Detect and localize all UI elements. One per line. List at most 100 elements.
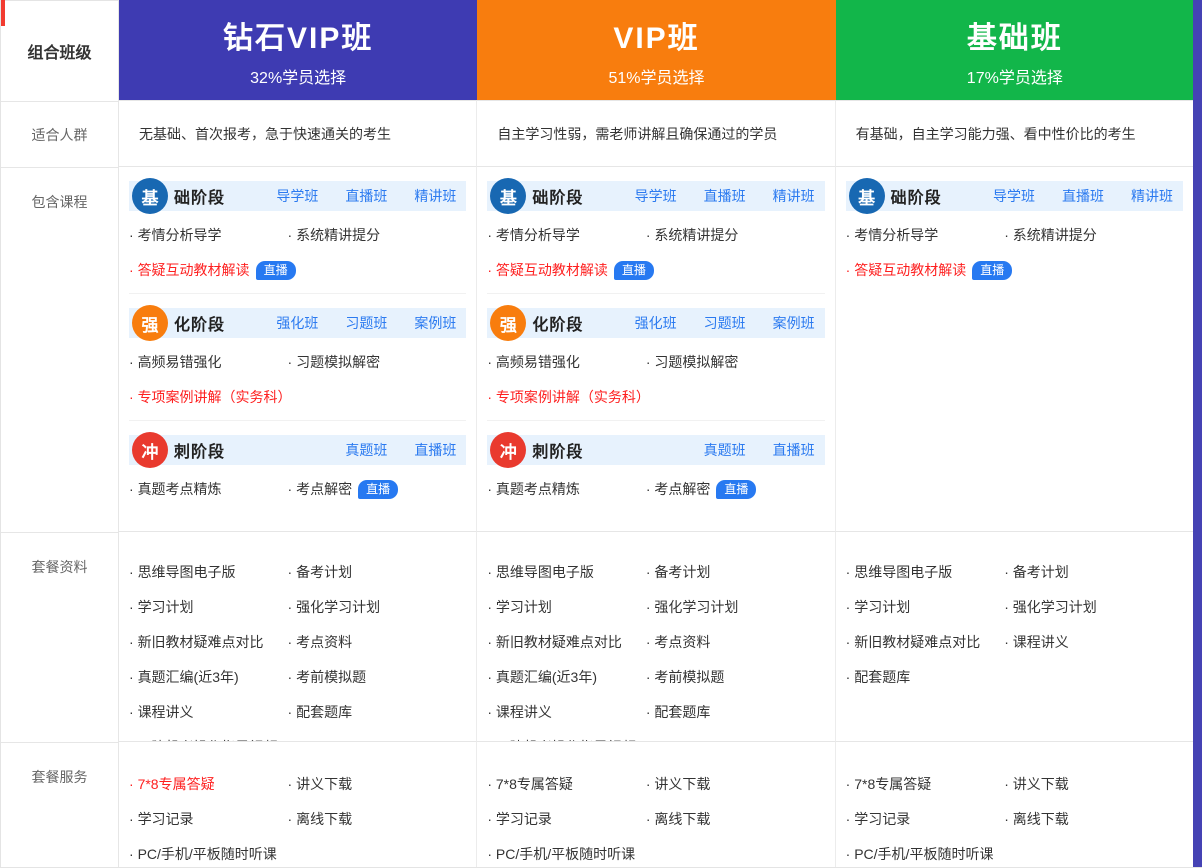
material-item-text: 思维导图电子版	[496, 564, 594, 580]
stage-class-link[interactable]: 导学班	[276, 186, 318, 206]
course-item-text: 考点解密	[296, 481, 352, 497]
stage-block: 冲 刺阶段 真题班直播班 真题考点精炼 考点解密直播	[129, 420, 466, 508]
material-item-text: 强化学习计划	[296, 599, 380, 615]
stage-class-link[interactable]: 精讲班	[414, 186, 456, 206]
material-item: 思维导图电子版	[487, 554, 646, 589]
course-item-text: 专项案例讲解（实务科）	[496, 389, 650, 405]
stage-class-link[interactable]: 直播班	[414, 440, 456, 460]
course-item: 真题考点精炼	[487, 471, 646, 506]
stage-item-list: 真题考点精炼 考点解密直播	[129, 465, 466, 508]
right-edge-strip	[1193, 0, 1202, 867]
row-label-materials: 套餐资料	[1, 532, 118, 742]
stage-class-link[interactable]: 习题班	[704, 313, 746, 333]
course-item-text: 系统精讲提分	[1013, 227, 1097, 243]
stage-class-link[interactable]: 直播班	[704, 186, 746, 206]
material-item-text: 学习计划	[496, 599, 552, 615]
course-item: 考点解密直播	[646, 471, 805, 506]
stage-class-link[interactable]: 精讲班	[773, 186, 815, 206]
stage-title: 础阶段	[174, 184, 225, 208]
course-item: 考点解密直播	[288, 471, 447, 506]
stage-title: 刺阶段	[532, 438, 583, 462]
course-item-text: 考情分析导学	[854, 227, 938, 243]
stage-class-link[interactable]: 直播班	[773, 440, 815, 460]
material-item: 新旧教材疑难点对比	[129, 624, 288, 659]
material-item: 考前模拟题	[288, 659, 447, 694]
row-label-column: 组合班级 适合人群 包含课程 套餐资料 套餐服务	[1, 0, 119, 868]
course-item: 系统精讲提分	[1004, 217, 1163, 252]
material-item-text: 新旧教材疑难点对比	[854, 634, 980, 650]
course-item: 专项案例讲解（实务科）	[129, 379, 466, 414]
material-item-text: 配套题库	[854, 669, 910, 685]
plan-header: 基础班 17%学员选择	[836, 0, 1194, 100]
row-label-audience: 适合人群	[1, 101, 118, 167]
stage-header-bar: 强 化阶段 强化班习题班案例班	[487, 308, 824, 338]
material-item-text: 配套题库	[296, 704, 352, 720]
stage-badge-icon: 强	[132, 305, 168, 341]
stage-class-link[interactable]: 直播班	[1062, 186, 1104, 206]
material-item: 备考计划	[1004, 554, 1163, 589]
stage-class-links: 导学班 直播班 精讲班	[276, 186, 466, 206]
stage-class-link[interactable]: 强化班	[276, 313, 318, 333]
stage-class-link[interactable]: 强化班	[635, 313, 677, 333]
material-item-text: 学习计划	[854, 599, 910, 615]
material-item: 课程讲义	[487, 694, 646, 729]
material-item-text: 课程讲义	[1013, 634, 1069, 650]
service-item: 7*8专属答疑	[487, 766, 646, 801]
service-item-text: PC/手机/平板随时听课	[496, 846, 635, 862]
materials-item-list: 思维导图电子版 备考计划 学习计划 强化学习计划 新旧教材疑难点对比 考点资料 …	[487, 548, 824, 741]
row-label-services: 套餐服务	[1, 742, 118, 868]
plan-name: 钻石VIP班	[223, 13, 373, 57]
plan-name: 基础班	[967, 13, 1063, 57]
stage-class-link[interactable]: 案例班	[414, 313, 456, 333]
service-item: 7*8专属答疑	[846, 766, 1005, 801]
stage-block: 强 化阶段 强化班习题班案例班 高频易错强化 习题模拟解密 专项案例讲解（实务科…	[129, 293, 466, 416]
service-item: PC/手机/平板随时听课	[487, 836, 646, 868]
material-item-text: 配套题库	[654, 704, 710, 720]
material-item-text: 思维导图电子版	[138, 564, 236, 580]
material-item: 学习计划	[487, 589, 646, 624]
stage-class-link[interactable]: 导学班	[993, 186, 1035, 206]
course-item: 习题模拟解密	[288, 344, 447, 379]
material-item-text: 新旧教材疑难点对比	[138, 634, 264, 650]
service-item-text: 7*8专属答疑	[496, 776, 573, 792]
stage-class-link[interactable]: 真题班	[704, 440, 746, 460]
material-item: 配套题库	[288, 694, 447, 729]
stage-class-link[interactable]: 案例班	[773, 313, 815, 333]
comparison-grid: 组合班级 适合人群 包含课程 套餐资料 套餐服务 钻石VIP班 32%学员选择 …	[1, 0, 1194, 868]
stage-class-links: 导学班 直播班 精讲班	[993, 186, 1183, 206]
live-badge: 直播	[716, 480, 756, 499]
stage-class-link[interactable]: 导学班	[635, 186, 677, 206]
live-badge: 直播	[358, 480, 398, 499]
course-item-text: 系统精讲提分	[296, 227, 380, 243]
plan-column: 钻石VIP班 32%学员选择 无基础、首次报考，急于快速通关的考生 基 础阶段 …	[119, 0, 477, 868]
stage-class-links: 导学班 直播班 精讲班	[635, 186, 825, 206]
stage-class-link[interactable]: 习题班	[345, 313, 387, 333]
stage-class-link[interactable]: 精讲班	[1131, 186, 1173, 206]
stage-block: 基 础阶段 导学班直播班精讲班 考情分析导学 系统精讲提分 答疑互动教材解读直播	[487, 181, 824, 289]
stage-badge-icon: 基	[132, 178, 168, 214]
plan-pick-rate: 32%学员选择	[250, 64, 346, 88]
course-item-text: 答疑互动教材解读	[138, 262, 250, 278]
material-item: 强化学习计划	[1004, 589, 1163, 624]
material-item-text: 课程讲义	[138, 704, 194, 720]
material-item-text: 备考计划	[296, 564, 352, 580]
material-item-text: 考点资料	[296, 634, 352, 650]
course-item-text: 习题模拟解密	[296, 354, 380, 370]
stage-class-links: 强化班 习题班 案例班	[276, 313, 466, 333]
services-item-list: 7*8专属答疑 讲义下载 学习记录 离线下载 PC/手机/平板随时听课	[487, 760, 824, 868]
materials-item-list: 思维导图电子版 备考计划 学习计划 强化学习计划 新旧教材疑难点对比 课程讲义 …	[846, 548, 1183, 696]
course-item-text: 系统精讲提分	[654, 227, 738, 243]
stage-class-link[interactable]: 直播班	[345, 186, 387, 206]
course-item: 真题考点精炼	[129, 471, 288, 506]
stage-class-link[interactable]: 真题班	[345, 440, 387, 460]
material-item-text: 真题汇编(近3年)	[496, 669, 597, 685]
stage-badge-icon: 冲	[490, 432, 526, 468]
material-item-text: 考前模拟题	[654, 669, 724, 685]
stage-header-bar: 基 础阶段 导学班直播班精讲班	[487, 181, 824, 211]
stage-badge-icon: 基	[849, 178, 885, 214]
plan-pick-rate: 51%学员选择	[608, 64, 704, 88]
course-item-text: 答疑互动教材解读	[854, 262, 966, 278]
stage-item-list: 考情分析导学 系统精讲提分 答疑互动教材解读直播	[129, 211, 466, 289]
stage-title: 础阶段	[532, 184, 583, 208]
service-item: 7*8专属答疑	[129, 766, 288, 801]
